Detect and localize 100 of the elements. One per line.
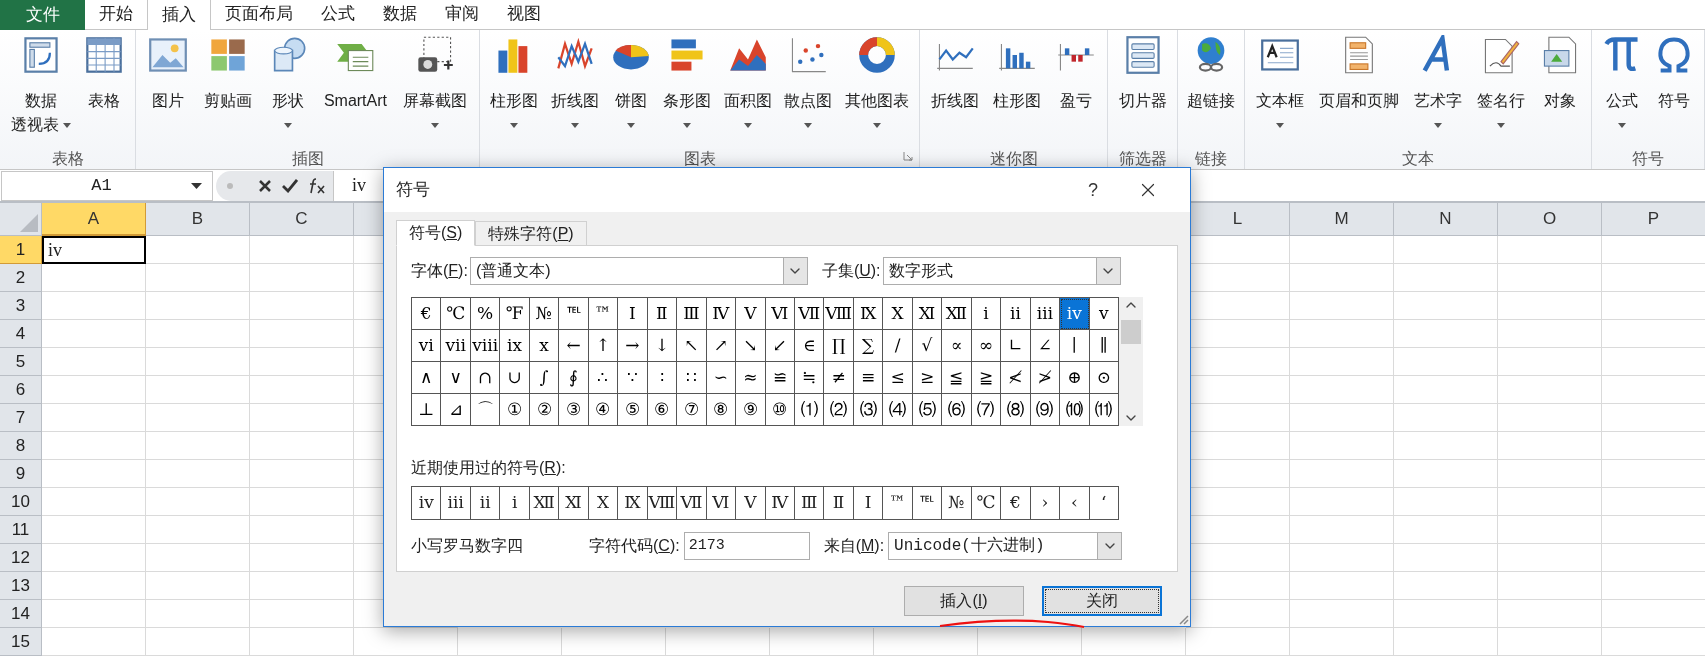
symbol-cell[interactable]: ∣ — [1060, 330, 1090, 362]
grid-cell[interactable] — [1290, 628, 1394, 656]
grid-cell[interactable] — [42, 348, 146, 376]
symbol-cell[interactable]: ② — [529, 394, 560, 426]
column-header[interactable]: B — [146, 203, 250, 236]
grid-cell[interactable] — [1498, 292, 1602, 320]
grid-cell[interactable] — [1498, 460, 1602, 488]
grid-cell[interactable] — [42, 488, 146, 516]
grid-cell[interactable] — [250, 516, 354, 544]
symbol-cell[interactable]: ∞ — [971, 330, 1002, 362]
ribbon-button[interactable]: 形状 — [265, 35, 310, 151]
symbol-cell[interactable]: ⊕ — [1060, 362, 1090, 394]
grid-cell[interactable] — [250, 376, 354, 404]
grid-cell[interactable] — [1498, 404, 1602, 432]
ribbon-button[interactable]: 屏幕截图 — [401, 35, 469, 151]
recent-symbol-cell[interactable]: ‹ — [1060, 487, 1090, 519]
grid-cell[interactable] — [1394, 628, 1498, 656]
dialog-tab[interactable]: 符号(S) — [396, 220, 476, 246]
grid-cell[interactable] — [146, 404, 250, 432]
ribbon-button[interactable]: 面积图 — [721, 35, 774, 151]
grid-cell[interactable] — [42, 292, 146, 320]
symbol-cell[interactable]: ∏ — [824, 330, 854, 362]
symbol-cell[interactable]: Ⅶ — [794, 298, 825, 330]
symbol-cell[interactable]: Ⅴ — [736, 298, 766, 330]
symbol-cell[interactable]: ∽ — [706, 362, 737, 394]
grid-cell[interactable] — [42, 320, 146, 348]
ribbon-tab[interactable]: 视图 — [493, 0, 555, 29]
grid-cell[interactable] — [146, 292, 250, 320]
column-header[interactable]: C — [250, 203, 354, 236]
grid-cell[interactable] — [146, 488, 250, 516]
ribbon-tab[interactable]: 插入 — [147, 0, 211, 30]
symbol-cell[interactable]: Ⅵ — [765, 298, 795, 330]
symbol-cell[interactable]: ∈ — [794, 330, 825, 362]
ribbon-tab[interactable]: 页面布局 — [211, 0, 307, 29]
grid-cell[interactable] — [1290, 292, 1394, 320]
recent-symbol-cell[interactable]: € — [1001, 487, 1031, 519]
font-dropdown[interactable]: (普通文本) — [469, 257, 808, 285]
grid-cell[interactable] — [250, 544, 354, 572]
recent-symbol-cell[interactable]: ⅳ — [412, 487, 442, 519]
symbol-cell[interactable]: ⅶ — [441, 330, 471, 362]
grid-cell[interactable] — [146, 572, 250, 600]
symbol-cell[interactable]: Ⅱ — [647, 298, 678, 330]
grid-cell[interactable] — [1082, 628, 1186, 656]
symbol-cell[interactable]: Ⅷ — [824, 298, 854, 330]
row-header[interactable]: 14 — [0, 600, 42, 628]
grid-cell[interactable] — [1394, 404, 1498, 432]
ribbon-button[interactable]: 剪贴画 — [201, 35, 254, 151]
grid-cell[interactable] — [1394, 264, 1498, 292]
check-icon[interactable] — [282, 178, 298, 193]
recent-symbol-cell[interactable]: Ⅺ — [559, 487, 589, 519]
symbol-cell[interactable]: ∠ — [1030, 330, 1061, 362]
file-tab[interactable]: 文件 — [0, 0, 85, 30]
symbol-cell[interactable]: € — [412, 298, 442, 330]
grid-cell[interactable] — [1394, 320, 1498, 348]
symbol-cell[interactable]: ⑨ — [736, 394, 766, 426]
grid-cell[interactable] — [978, 628, 1082, 656]
symbol-cell[interactable]: ⑺ — [971, 394, 1002, 426]
grid-cell[interactable] — [1186, 628, 1290, 656]
cancel-icon[interactable] — [258, 178, 272, 193]
symbol-cell[interactable]: ↑ — [588, 330, 619, 362]
grid-cell[interactable] — [1290, 376, 1394, 404]
grid-cell[interactable] — [1394, 460, 1498, 488]
symbol-cell[interactable]: ≡ — [853, 362, 884, 394]
dialog-button[interactable]: 关闭 — [1042, 586, 1162, 616]
grid-cell[interactable] — [42, 264, 146, 292]
grid-cell[interactable] — [250, 348, 354, 376]
dialog-tab[interactable]: 特殊字符(P) — [475, 221, 587, 245]
symbol-cell[interactable]: ≦ — [942, 362, 972, 394]
symbol-cell[interactable]: ∪ — [500, 362, 530, 394]
ribbon-tab[interactable]: 公式 — [307, 0, 369, 29]
symbol-cell[interactable]: ∑ — [853, 330, 884, 362]
symbol-cell[interactable]: ⑹ — [942, 394, 972, 426]
ribbon-button[interactable]: 盈亏 — [1053, 35, 1098, 151]
symbol-cell[interactable]: ⑥ — [647, 394, 678, 426]
symbol-cell[interactable]: ⑩ — [765, 394, 795, 426]
ribbon-button[interactable]: 艺术字 — [1412, 35, 1464, 151]
recent-symbol-cell[interactable]: ‘ — [1089, 487, 1119, 519]
symbol-cell[interactable]: √ — [912, 330, 943, 362]
ribbon-button[interactable]: 条形图 — [661, 35, 714, 151]
recent-symbol-cell[interactable]: ⅲ — [441, 487, 471, 519]
grid-cell[interactable] — [770, 628, 874, 656]
ribbon-button[interactable]: 数据 透视表 — [8, 35, 73, 151]
grid-cell[interactable] — [250, 572, 354, 600]
grid-cell[interactable] — [1290, 516, 1394, 544]
recent-symbol-cell[interactable]: Ⅳ — [765, 487, 795, 519]
symbol-cell[interactable]: Ⅺ — [912, 298, 943, 330]
grid-cell[interactable] — [250, 432, 354, 460]
grid-cell[interactable] — [250, 600, 354, 628]
grid-cell[interactable] — [250, 488, 354, 516]
row-header[interactable]: 3 — [0, 292, 42, 320]
symbol-cell[interactable]: ⑧ — [706, 394, 737, 426]
grid-cell[interactable] — [1394, 376, 1498, 404]
ribbon-button[interactable]: 折线图 — [929, 35, 982, 151]
symbol-cell[interactable]: ∕ — [883, 330, 913, 362]
symbol-cell[interactable]: ④ — [588, 394, 619, 426]
symbol-cell[interactable]: ⑦ — [677, 394, 707, 426]
row-header[interactable]: 7 — [0, 404, 42, 432]
symbol-cell[interactable]: ⅳ — [1060, 298, 1090, 330]
symbol-cell[interactable]: ⅴ — [1089, 298, 1119, 330]
symbol-cell[interactable]: ∶ — [647, 362, 678, 394]
